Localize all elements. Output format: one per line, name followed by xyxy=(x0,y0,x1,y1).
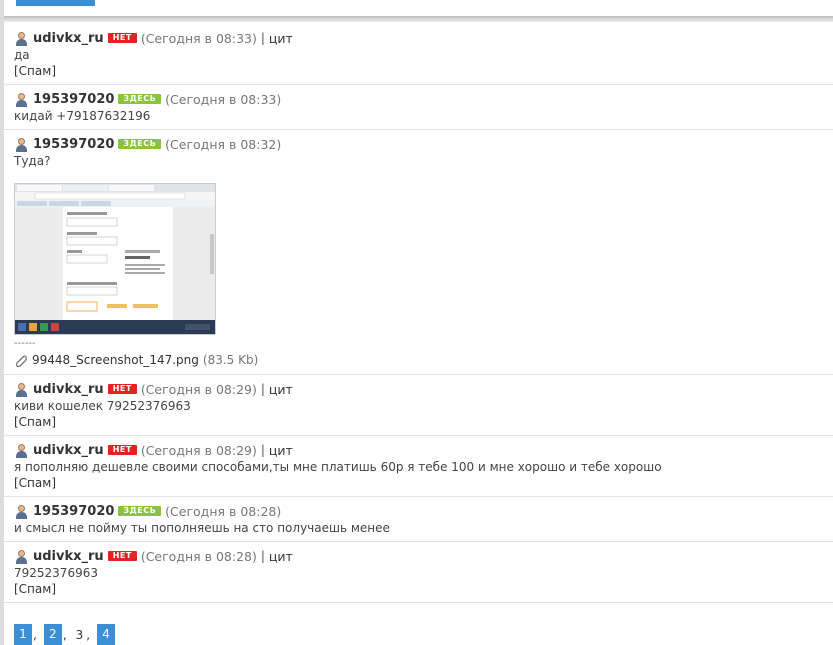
page-separator: , xyxy=(33,627,37,642)
message-feed: udivkx_ru НЕТ (Сегодня в 08:33) | цит да… xyxy=(4,24,833,603)
message-item: udivkx_ru НЕТ (Сегодня в 08:28) | цит 79… xyxy=(4,542,833,603)
separator: | xyxy=(260,443,265,457)
user-avatar-icon xyxy=(14,443,29,458)
attachment-file-size: (83.5 Kb) xyxy=(202,353,259,367)
separator: | xyxy=(260,382,265,396)
page-link-4[interactable]: 4 xyxy=(97,624,116,645)
pagination: 1 , 2 , 3 , 4 xyxy=(14,624,116,645)
paperclip-icon xyxy=(14,353,28,368)
user-avatar-icon xyxy=(14,31,29,46)
status-badge: НЕТ xyxy=(107,384,137,394)
message-time: (Сегодня в 08:29) xyxy=(140,381,257,397)
user-avatar-icon xyxy=(14,382,29,397)
author-name[interactable]: udivkx_ru xyxy=(33,549,104,564)
message-text: кидай +79187632196 xyxy=(14,109,151,123)
message-item: udivkx_ru НЕТ (Сегодня в 08:33) | цит да… xyxy=(4,24,833,85)
spam-label: [Спам] xyxy=(14,476,56,490)
message-header: udivkx_ru НЕТ (Сегодня в 08:29) | цит xyxy=(14,380,823,398)
quote-link[interactable]: цит xyxy=(269,31,293,46)
quote-link[interactable]: цит xyxy=(269,549,293,564)
page-link-2[interactable]: 2 xyxy=(43,624,62,645)
message-text: и смысл не пойму ты пополняешь на сто по… xyxy=(14,521,390,535)
author-name[interactable]: 195397020 xyxy=(33,504,114,519)
status-badge: ЗДЕСЬ xyxy=(118,139,162,149)
user-avatar-icon xyxy=(14,549,29,564)
message-time: (Сегодня в 08:32) xyxy=(165,136,282,152)
page-separator: , xyxy=(62,627,67,642)
spam-label: [Спам] xyxy=(14,582,56,596)
quote-link[interactable]: цит xyxy=(269,382,293,397)
message-time: (Сегодня в 08:28) xyxy=(140,548,257,564)
message-item: 195397020 ЗДЕСЬ (Сегодня в 08:32) Туда? xyxy=(4,130,833,375)
separator: | xyxy=(260,31,265,45)
message-header: 195397020 ЗДЕСЬ (Сегодня в 08:33) xyxy=(14,90,823,108)
message-header: udivkx_ru НЕТ (Сегодня в 08:29) | цит xyxy=(14,441,823,459)
attachment-thumbnail[interactable] xyxy=(14,183,216,335)
status-badge: НЕТ xyxy=(107,551,137,561)
message-time: (Сегодня в 08:28) xyxy=(165,503,282,519)
message-header: udivkx_ru НЕТ (Сегодня в 08:33) | цит xyxy=(14,29,823,47)
toolbar-shadow xyxy=(4,16,833,22)
author-name[interactable]: udivkx_ru xyxy=(33,382,104,397)
message-header: 195397020 ЗДЕСЬ (Сегодня в 08:28) xyxy=(14,502,823,520)
message-header: udivkx_ru НЕТ (Сегодня в 08:28) | цит xyxy=(14,547,823,565)
message-item: 195397020 ЗДЕСЬ (Сегодня в 08:33) кидай … xyxy=(4,85,833,130)
attachment-file: 99448_Screenshot_147.png (83.5 Kb) xyxy=(14,351,823,369)
author-name[interactable]: udivkx_ru xyxy=(33,31,104,46)
page-separator: , xyxy=(86,627,91,642)
message-time: (Сегодня в 08:33) xyxy=(140,30,257,46)
message-item: 195397020 ЗДЕСЬ (Сегодня в 08:28) и смыс… xyxy=(4,497,833,542)
message-header: 195397020 ЗДЕСЬ (Сегодня в 08:32) xyxy=(14,135,823,153)
user-avatar-icon xyxy=(14,137,29,152)
message-item: udivkx_ru НЕТ (Сегодня в 08:29) | цит я … xyxy=(4,436,833,497)
message-time: (Сегодня в 08:33) xyxy=(165,91,282,107)
message-text: да xyxy=(14,48,30,62)
status-badge: ЗДЕСЬ xyxy=(118,94,162,104)
top-button[interactable] xyxy=(16,0,95,6)
current-page: 3 xyxy=(75,627,84,642)
author-name[interactable]: 195397020 xyxy=(33,92,114,107)
message-text: я пополняю дешевле своими способами,ты м… xyxy=(14,460,662,474)
spam-label: [Спам] xyxy=(14,415,56,429)
screenshot-thumbnail-image xyxy=(15,184,215,334)
page-link-1[interactable]: 1 xyxy=(14,624,32,645)
message-item: udivkx_ru НЕТ (Сегодня в 08:29) | цит ки… xyxy=(4,375,833,436)
message-text: Туда? xyxy=(14,154,51,168)
message-text: киви кошелек 79252376963 xyxy=(14,399,191,413)
separator: | xyxy=(260,549,265,563)
user-avatar-icon xyxy=(14,504,29,519)
message-text: 79252376963 xyxy=(14,566,98,580)
user-avatar-icon xyxy=(14,92,29,107)
author-name[interactable]: udivkx_ru xyxy=(33,443,104,458)
attachment-separator: ------ xyxy=(14,338,36,349)
status-badge: ЗДЕСЬ xyxy=(118,506,162,516)
status-badge: НЕТ xyxy=(107,33,137,43)
status-badge: НЕТ xyxy=(107,445,137,455)
spam-label: [Спам] xyxy=(14,64,56,78)
attachment-file-link[interactable]: 99448_Screenshot_147.png xyxy=(32,353,199,367)
message-time: (Сегодня в 08:29) xyxy=(140,442,257,458)
author-name[interactable]: 195397020 xyxy=(33,137,114,152)
quote-link[interactable]: цит xyxy=(269,443,293,458)
